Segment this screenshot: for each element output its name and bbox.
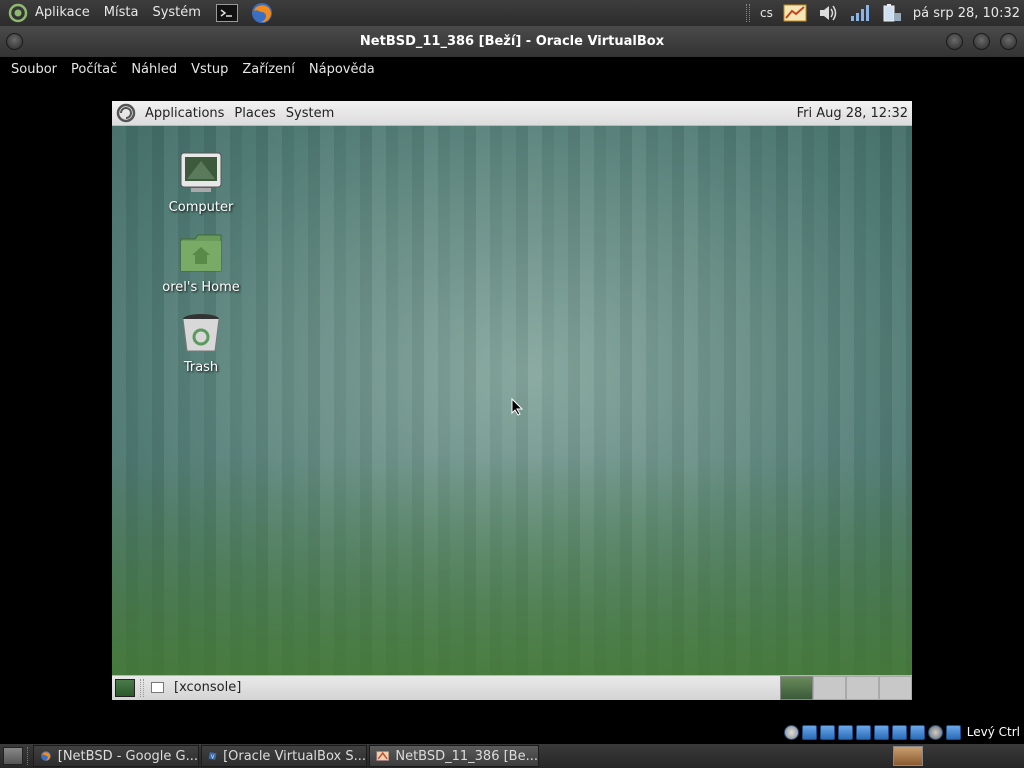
menu-nahled[interactable]: Náhled: [124, 62, 184, 77]
recording-icon[interactable]: [891, 724, 907, 740]
distro-logo-icon[interactable]: [8, 3, 28, 23]
keyboard-layout-indicator[interactable]: cs: [760, 6, 773, 20]
svg-text:V: V: [211, 754, 215, 760]
guest-menu-applications[interactable]: Applications: [140, 106, 229, 121]
virtualbox-window-icon: [376, 751, 389, 761]
shared-folders-icon[interactable]: [855, 724, 871, 740]
window-task-icon: [151, 682, 164, 693]
trash-icon: [179, 311, 223, 355]
network-signal-icon[interactable]: [849, 3, 871, 23]
power-battery-icon[interactable]: [881, 3, 903, 23]
vbox-menubar: Soubor Počítač Náhled Vstup Zařízení Náp…: [0, 57, 1024, 81]
volume-icon[interactable]: [817, 3, 839, 23]
taskbar-item-label: [NetBSD - Google G...: [57, 748, 198, 764]
guest-top-panel: Applications Places System Fri Aug 28, 1…: [112, 101, 912, 126]
window-titlebar[interactable]: NetBSD_11_386 [Beží] - Oracle VirtualBox: [0, 26, 1024, 57]
taskbar-item-netbsd-vm[interactable]: NetBSD_11_386 [Be...: [369, 745, 539, 767]
guest-distro-logo-icon[interactable]: [116, 103, 136, 123]
desktop-icon-trash[interactable]: Trash: [146, 311, 256, 375]
chart-app-icon[interactable]: [783, 3, 807, 23]
desktop-icon-label: Computer: [168, 200, 234, 215]
taskbar-item-firefox[interactable]: [NetBSD - Google G...: [33, 745, 199, 767]
taskbar-item-virtualbox-manager[interactable]: V [Oracle VirtualBox S...: [201, 745, 367, 767]
menu-system[interactable]: Systém: [145, 0, 207, 26]
menu-zarizeni[interactable]: Zařízení: [235, 62, 302, 77]
menu-mista[interactable]: Místa: [97, 0, 146, 26]
maximize-button[interactable]: [973, 33, 990, 50]
audio-icon[interactable]: [801, 724, 817, 740]
host-top-panel: Aplikace Místa Systém cs pá srp 28, 10:3…: [0, 0, 1024, 26]
optical-drive-icon[interactable]: [783, 724, 799, 740]
mouse-pointer-icon: [511, 398, 523, 416]
workspace-1[interactable]: [780, 676, 813, 700]
virtualbox-icon: V: [208, 752, 217, 760]
display-icon[interactable]: [873, 724, 889, 740]
close-button[interactable]: [1000, 33, 1017, 50]
desktop-icon-computer[interactable]: Computer: [146, 151, 256, 215]
mouse-integration-icon[interactable]: [927, 724, 943, 740]
taskbar-item-label: NetBSD_11_386 [Be...: [395, 748, 538, 764]
menu-pocitac[interactable]: Počítač: [64, 62, 124, 77]
menu-vstup[interactable]: Vstup: [184, 62, 235, 77]
workspace-4[interactable]: [879, 676, 912, 700]
desktop-icon-home[interactable]: orel's Home: [146, 231, 256, 295]
guest-menu-system[interactable]: System: [281, 106, 339, 121]
panel-handle: [140, 679, 144, 697]
show-desktop-icon[interactable]: [115, 679, 135, 697]
vbox-statusbar: Levý Ctrl: [783, 722, 1024, 742]
usb-icon[interactable]: [837, 724, 853, 740]
host-taskbar: [NetBSD - Google G... V [Oracle VirtualB…: [0, 744, 1024, 768]
host-clock[interactable]: pá srp 28, 10:32: [913, 6, 1020, 21]
workspace-3[interactable]: [846, 676, 879, 700]
guest-task-xconsole[interactable]: [xconsole]: [174, 680, 241, 695]
desktop-icon-label: Trash: [183, 360, 219, 375]
guest-bottom-panel: [xconsole]: [112, 675, 912, 700]
show-desktop-button[interactable]: [3, 747, 23, 765]
menu-soubor[interactable]: Soubor: [4, 62, 64, 77]
taskbar-handle: [27, 747, 30, 765]
host-key-icon[interactable]: [945, 724, 961, 740]
cpu-activity-icon[interactable]: [909, 724, 925, 740]
workspace-switcher[interactable]: [780, 676, 912, 700]
terminal-launcher-icon[interactable]: [215, 4, 238, 22]
guest-menu-places[interactable]: Places: [229, 106, 280, 121]
window-title: NetBSD_11_386 [Beží] - Oracle VirtualBox: [359, 34, 665, 49]
guest-screen[interactable]: Applications Places System Fri Aug 28, 1…: [112, 101, 912, 700]
window-menu-button[interactable]: [6, 33, 23, 50]
workspace-2[interactable]: [813, 676, 846, 700]
panel-separator: [746, 4, 751, 22]
guest-desktop[interactable]: Computer orel's Home Trash: [112, 126, 912, 675]
menu-aplikace[interactable]: Aplikace: [28, 0, 97, 26]
home-folder-icon: [179, 231, 223, 275]
desktop-icon-label: orel's Home: [162, 280, 240, 295]
taskbar-item-label: [Oracle VirtualBox S...: [223, 748, 366, 764]
computer-icon: [179, 151, 223, 195]
menu-napoveda[interactable]: Nápověda: [302, 62, 382, 77]
firefox-icon: [40, 751, 51, 761]
firefox-launcher-icon[interactable]: [250, 1, 274, 25]
guest-clock[interactable]: Fri Aug 28, 12:32: [797, 106, 908, 121]
minimize-button[interactable]: [946, 33, 963, 50]
host-key-label: Levý Ctrl: [966, 725, 1020, 739]
workspace-switcher-host[interactable]: [893, 746, 923, 766]
network-adapter-icon[interactable]: [819, 724, 835, 740]
